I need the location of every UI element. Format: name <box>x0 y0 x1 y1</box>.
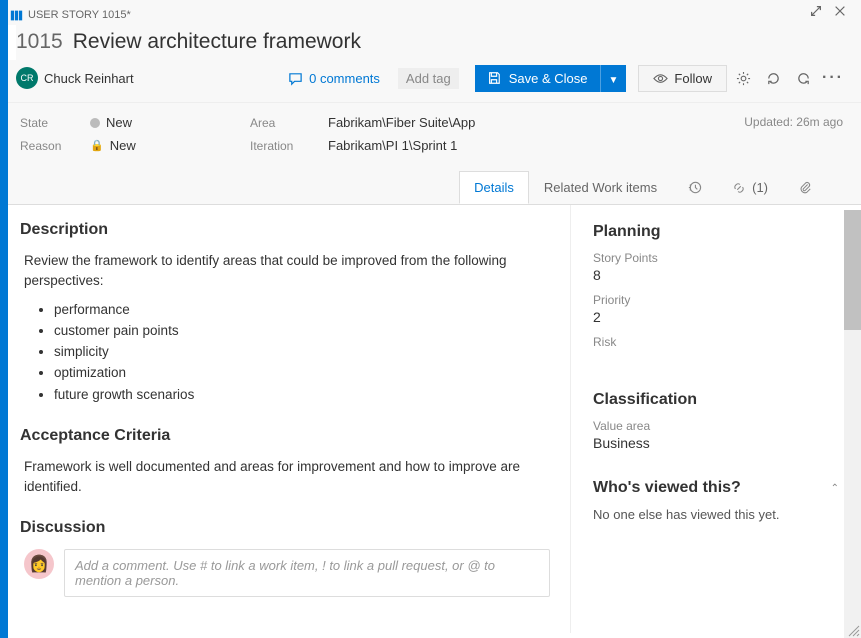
history-icon <box>687 180 702 195</box>
current-user-avatar: 👩 <box>24 549 54 579</box>
work-item-type-badge: USER STORY 1015* <box>10 6 809 22</box>
list-item: simplicity <box>54 342 550 362</box>
comments-link[interactable]: 0 comments <box>288 71 380 86</box>
state-field[interactable]: New <box>90 115 132 130</box>
story-points-label: Story Points <box>593 251 839 265</box>
reason-value: New <box>110 138 136 153</box>
discussion-heading: Discussion <box>20 519 550 537</box>
list-item: future growth scenarios <box>54 385 550 405</box>
area-value: Fabrikam\Fiber Suite\App <box>328 115 475 130</box>
work-item-id: 1015 <box>16 30 63 53</box>
viewed-heading: Who's viewed this? <box>593 479 741 497</box>
priority-label: Priority <box>593 293 839 307</box>
revert-button[interactable] <box>789 64 817 92</box>
title-row[interactable]: 1015 Review architecture framework <box>16 25 861 60</box>
toolbar: CR Chuck Reinhart 0 comments Add tag Sav… <box>0 60 861 103</box>
tab-attachments[interactable] <box>783 171 827 204</box>
assignee-name[interactable]: Chuck Reinhart <box>44 71 134 86</box>
risk-value[interactable] <box>593 351 839 367</box>
side-column: Planning Story Points 8 Priority 2 Risk … <box>571 205 861 633</box>
save-close-label: Save & Close <box>509 71 588 86</box>
value-area-value[interactable]: Business <box>593 435 839 451</box>
risk-label: Risk <box>593 335 839 349</box>
tab-links[interactable]: (1) <box>717 171 783 204</box>
discussion-compose: 👩 Add a comment. Use # to link a work it… <box>24 549 550 597</box>
tab-links-count: (1) <box>752 180 768 195</box>
reason-label: Reason <box>20 139 90 153</box>
work-item-type-label: USER STORY 1015* <box>28 9 131 21</box>
expand-icon[interactable] <box>809 4 823 23</box>
acceptance-heading: Acceptance Criteria <box>20 427 550 445</box>
state-label: State <box>20 116 90 130</box>
gear-icon <box>736 71 751 86</box>
lock-icon: 🔒 <box>90 139 104 152</box>
save-close-button[interactable]: Save & Close <box>475 65 600 92</box>
description-heading: Description <box>20 221 550 239</box>
tab-related-label: Related Work items <box>544 180 657 195</box>
discussion-input[interactable]: Add a comment. Use # to link a work item… <box>64 549 550 597</box>
undo-icon <box>796 71 811 86</box>
header-top-row: USER STORY 1015* <box>0 0 861 25</box>
state-value: New <box>106 115 132 130</box>
updated-timestamp: Updated: 26m ago <box>744 115 843 161</box>
planning-heading: Planning <box>593 223 839 241</box>
tab-history[interactable] <box>672 171 717 204</box>
iteration-label: Iteration <box>250 139 328 153</box>
add-tag-button[interactable]: Add tag <box>398 68 459 89</box>
state-dot-icon <box>90 118 100 128</box>
main-column: Description Review the framework to iden… <box>0 205 571 633</box>
follow-label: Follow <box>674 71 712 86</box>
reason-field[interactable]: 🔒 New <box>90 138 136 153</box>
story-points-value[interactable]: 8 <box>593 267 839 283</box>
tab-details[interactable]: Details <box>459 171 529 204</box>
eye-icon <box>653 71 668 86</box>
link-icon <box>732 181 746 195</box>
priority-value[interactable]: 2 <box>593 309 839 325</box>
close-icon[interactable] <box>833 4 847 23</box>
fields-row: State New Reason 🔒New Area Fabrikam\Fibe… <box>0 103 861 171</box>
refresh-icon <box>766 71 781 86</box>
area-field[interactable]: Fabrikam\Fiber Suite\App <box>328 115 475 130</box>
area-label: Area <box>250 116 328 130</box>
description-content[interactable]: Review the framework to identify areas t… <box>24 251 550 405</box>
acceptance-content[interactable]: Framework is well documented and areas f… <box>24 457 550 498</box>
description-list: performance customer pain points simplic… <box>54 300 550 405</box>
classification-heading: Classification <box>593 391 839 409</box>
chevron-up-icon: ⌃ <box>831 483 839 494</box>
save-dropdown-button[interactable]: ▼ <box>600 65 627 92</box>
description-intro: Review the framework to identify areas t… <box>24 251 550 292</box>
comments-count: 0 comments <box>309 71 380 86</box>
iteration-value: Fabrikam\PI 1\Sprint 1 <box>328 138 457 153</box>
save-icon <box>487 71 501 85</box>
resize-grip-icon[interactable] <box>848 625 860 637</box>
list-item: optimization <box>54 363 550 383</box>
comment-icon <box>288 71 303 86</box>
ellipsis-icon: ··· <box>822 69 844 87</box>
vertical-scrollbar[interactable] <box>844 210 861 638</box>
user-story-icon <box>10 9 23 22</box>
body-area: Description Review the framework to iden… <box>0 205 861 633</box>
viewed-heading-row[interactable]: Who's viewed this? ⌃ <box>593 479 839 497</box>
settings-button[interactable] <box>729 64 757 92</box>
tabs-bar: Details Related Work items (1) <box>0 171 861 205</box>
list-item: performance <box>54 300 550 320</box>
chevron-down-icon: ▼ <box>609 75 619 86</box>
scrollbar-thumb[interactable] <box>844 210 861 330</box>
follow-button[interactable]: Follow <box>638 65 727 92</box>
work-item-title: Review architecture framework <box>73 30 361 53</box>
iteration-field[interactable]: Fabrikam\PI 1\Sprint 1 <box>328 138 457 153</box>
tab-related[interactable]: Related Work items <box>529 171 672 204</box>
list-item: customer pain points <box>54 321 550 341</box>
value-area-label: Value area <box>593 419 839 433</box>
assignee-avatar[interactable]: CR <box>16 67 38 89</box>
attachment-icon <box>798 181 812 195</box>
viewed-empty-text: No one else has viewed this yet. <box>593 507 839 522</box>
refresh-button[interactable] <box>759 64 787 92</box>
tab-details-label: Details <box>474 180 514 195</box>
more-actions-button[interactable]: ··· <box>819 64 847 92</box>
